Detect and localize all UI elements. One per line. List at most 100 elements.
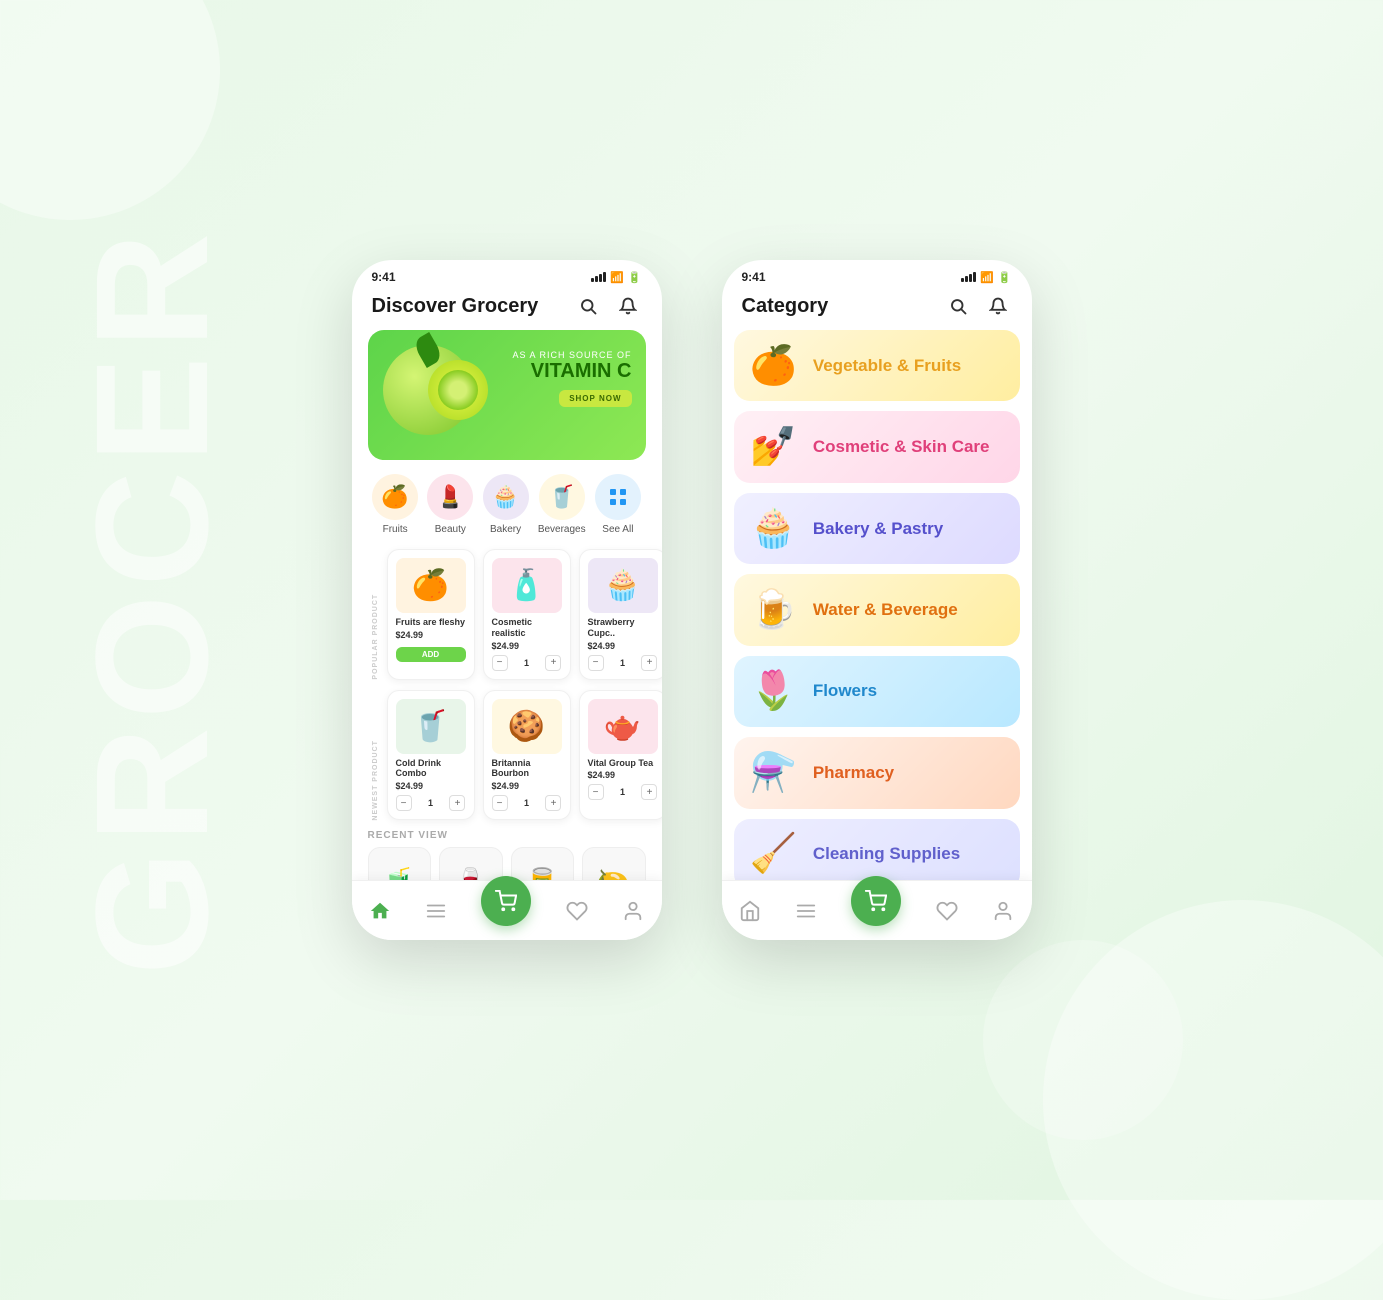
banner-text: AS A RICH SOURCE OF VITAMIN C SHOP NOW xyxy=(512,350,631,407)
newest-label: NEWEST PRODUCT xyxy=(368,690,379,821)
qty-num-bourbon: 1 xyxy=(524,798,529,808)
product-card-cold-drink[interactable]: 🥤 Cold Drink Combo $24.99 − 1 + xyxy=(387,690,475,821)
qty-plus-bourbon[interactable]: + xyxy=(545,795,561,811)
flowers-icon: 🌷 xyxy=(750,669,797,713)
header-icons-left xyxy=(574,292,642,320)
bell-icon-right[interactable] xyxy=(984,292,1012,320)
product-img-cupcake: 🧁 xyxy=(588,558,658,613)
product-img-cosmetic: 🧴 xyxy=(492,558,562,613)
bell-icon[interactable] xyxy=(614,292,642,320)
flowers-name: Flowers xyxy=(813,681,877,701)
qty-minus-cupcake[interactable]: − xyxy=(588,655,604,671)
banner-title: VITAMIN C xyxy=(512,360,631,382)
qty-minus-tea[interactable]: − xyxy=(588,784,604,800)
signal-icon-right xyxy=(961,272,976,282)
product-card-cosmetic[interactable]: 🧴 Cosmetic realistic $24.99 − 1 + xyxy=(483,549,571,680)
app-header-right: Category xyxy=(722,288,1032,330)
nav-favorites-right[interactable] xyxy=(936,900,958,922)
category-beauty[interactable]: 💄 Beauty xyxy=(427,474,473,535)
fruits-label: Fruits xyxy=(383,524,408,535)
category-card-cosmetic[interactable]: 💅 Cosmetic & Skin Care xyxy=(734,411,1020,482)
nav-profile-left[interactable] xyxy=(622,900,644,922)
banner-shop-button[interactable]: SHOP NOW xyxy=(559,390,631,407)
add-fruits-button[interactable]: ADD xyxy=(396,647,466,662)
popular-products-content: 🍊 Fruits are fleshy $24.99 ADD 🧴 Cosmeti… xyxy=(379,549,662,680)
nav-menu-left[interactable] xyxy=(425,900,447,922)
newest-products-row: 🥤 Cold Drink Combo $24.99 − 1 + 🍪 xyxy=(387,690,662,821)
product-price-cold-drink: $24.99 xyxy=(396,781,466,791)
time-right: 9:41 xyxy=(742,270,766,284)
product-card-tea[interactable]: 🫖 Vital Group Tea $24.99 − 1 + xyxy=(579,690,662,821)
product-img-fruits: 🍊 xyxy=(396,558,466,613)
cosmetic-icon: 💅 xyxy=(750,425,797,469)
bg-decoration-tl xyxy=(0,0,220,220)
phones-container: 9:41 📶 🔋 Discover Grocery xyxy=(352,260,1032,940)
qty-control-cold-drink: − 1 + xyxy=(396,795,466,811)
category-card-flowers[interactable]: 🌷 Flowers xyxy=(734,656,1020,727)
qty-plus-tea[interactable]: + xyxy=(641,784,657,800)
wifi-icon-right: 📶 xyxy=(980,271,994,284)
category-bakery[interactable]: 🧁 Bakery xyxy=(483,474,529,535)
newest-products-content: 🥤 Cold Drink Combo $24.99 − 1 + 🍪 xyxy=(379,690,662,821)
product-price-cupcake: $24.99 xyxy=(588,641,658,651)
product-name-cupcake: Strawberry Cupc.. xyxy=(588,617,658,639)
product-card-fruits[interactable]: 🍊 Fruits are fleshy $24.99 ADD xyxy=(387,549,475,680)
app-title-right: Category xyxy=(742,295,829,318)
qty-plus-cosmetic[interactable]: + xyxy=(545,655,561,671)
qty-num-cupcake: 1 xyxy=(620,658,625,668)
nav-menu-right[interactable] xyxy=(795,900,817,922)
time-left: 9:41 xyxy=(372,270,396,284)
bg-decoration-mid xyxy=(983,940,1183,1140)
app-title-left: Discover Grocery xyxy=(372,295,539,318)
nav-profile-right[interactable] xyxy=(992,900,1014,922)
cleaning-icon: 🧹 xyxy=(750,832,797,876)
signal-icon xyxy=(591,272,606,282)
bottom-nav-right xyxy=(722,880,1032,940)
status-bar-right: 9:41 📶 🔋 xyxy=(722,260,1032,288)
header-icons-right xyxy=(944,292,1012,320)
product-card-bourbon[interactable]: 🍪 Britannia Bourbon $24.99 − 1 + xyxy=(483,690,571,821)
fruits-icon: 🍊 xyxy=(372,474,418,520)
battery-icon-right: 🔋 xyxy=(998,271,1012,284)
qty-minus-cosmetic[interactable]: − xyxy=(492,655,508,671)
nav-favorites-left[interactable] xyxy=(566,900,588,922)
banner-subtitle: AS A RICH SOURCE OF xyxy=(512,350,631,360)
wifi-icon: 📶 xyxy=(610,271,624,284)
qty-num-cosmetic: 1 xyxy=(524,658,529,668)
beauty-icon: 💄 xyxy=(427,474,473,520)
search-icon[interactable] xyxy=(574,292,602,320)
qty-num-tea: 1 xyxy=(620,787,625,797)
status-icons-right: 📶 🔋 xyxy=(961,271,1011,284)
product-price-bourbon: $24.99 xyxy=(492,781,562,791)
category-card-bakery[interactable]: 🧁 Bakery & Pastry xyxy=(734,493,1020,564)
nav-home-right[interactable] xyxy=(739,900,761,922)
product-card-cupcake[interactable]: 🧁 Strawberry Cupc.. $24.99 − 1 + xyxy=(579,549,662,680)
recent-view-label: RECENT VIEW xyxy=(368,830,646,841)
product-name-bourbon: Britannia Bourbon xyxy=(492,758,562,780)
qty-minus-bourbon[interactable]: − xyxy=(492,795,508,811)
banner-lime-graphic xyxy=(378,340,488,450)
category-card-pharmacy[interactable]: ⚗️ Pharmacy xyxy=(734,737,1020,808)
nav-cart-right[interactable] xyxy=(851,876,901,926)
qty-plus-cold-drink[interactable]: + xyxy=(449,795,465,811)
status-bar-left: 9:41 📶 🔋 xyxy=(352,260,662,288)
banner[interactable]: AS A RICH SOURCE OF VITAMIN C SHOP NOW xyxy=(368,330,646,460)
category-see-all[interactable]: See All xyxy=(595,474,641,535)
product-price-fruits: $24.99 xyxy=(396,630,466,640)
product-price-cosmetic: $24.99 xyxy=(492,641,562,651)
category-beverages[interactable]: 🥤 Beverages xyxy=(538,474,586,535)
qty-plus-cupcake[interactable]: + xyxy=(641,655,657,671)
nav-home-left[interactable] xyxy=(369,900,391,922)
search-icon-right[interactable] xyxy=(944,292,972,320)
app-header-left: Discover Grocery xyxy=(352,288,662,330)
phone-left: 9:41 📶 🔋 Discover Grocery xyxy=(352,260,662,940)
qty-minus-cold-drink[interactable]: − xyxy=(396,795,412,811)
category-fruits[interactable]: 🍊 Fruits xyxy=(372,474,418,535)
category-card-water[interactable]: 🍺 Water & Beverage xyxy=(734,574,1020,645)
category-card-veg[interactable]: 🍊 Vegetable & Fruits xyxy=(734,330,1020,401)
pharmacy-name: Pharmacy xyxy=(813,763,894,783)
nav-cart-left[interactable] xyxy=(481,876,531,926)
water-name: Water & Beverage xyxy=(813,600,958,620)
newest-section: NEWEST PRODUCT 🥤 Cold Drink Combo $24.99… xyxy=(368,690,646,821)
pharmacy-icon: ⚗️ xyxy=(750,751,797,795)
